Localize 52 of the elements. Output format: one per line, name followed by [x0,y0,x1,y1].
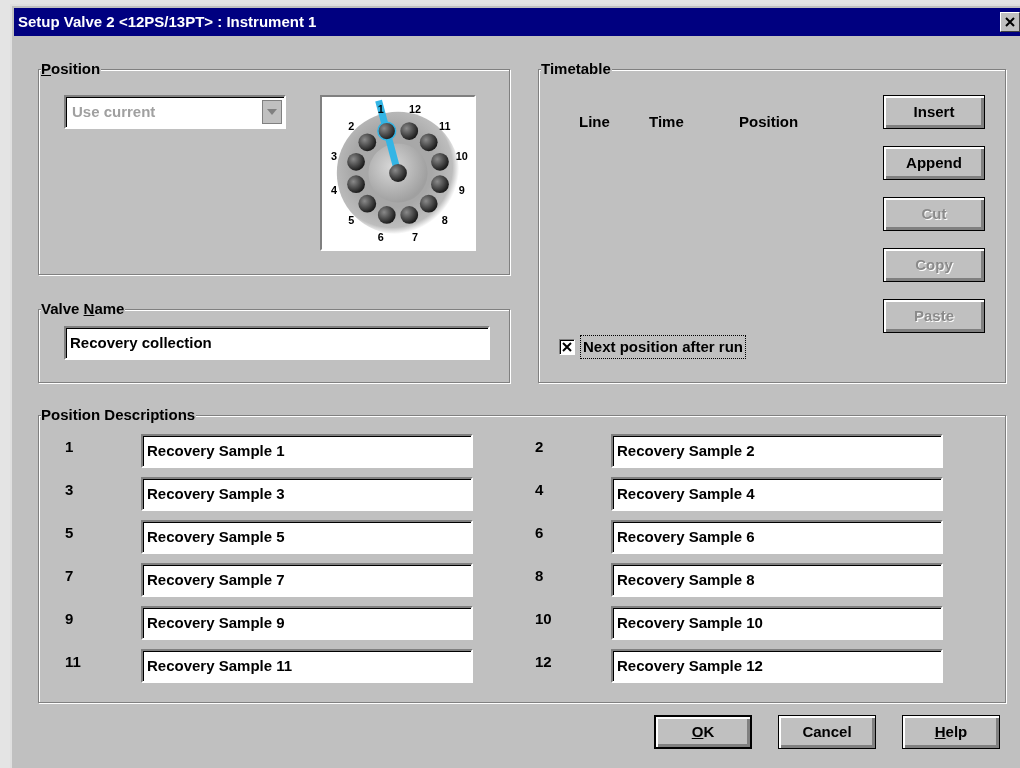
port-number: 11 [439,120,451,133]
dialog-button[interactable]: OK [654,715,752,749]
port-number: 5 [348,213,355,226]
position-number: 4 [535,480,545,500]
description-field[interactable]: Recovery Sample 7 [141,563,473,597]
description-field[interactable]: Recovery Sample 8 [611,563,943,597]
description-field[interactable]: Recovery Sample 4 [611,477,943,511]
position-number: 8 [535,566,545,586]
column-header: Line [579,112,611,132]
position-number: 1 [65,437,75,457]
description-field[interactable]: Recovery Sample 11 [141,649,473,683]
position-number: 12 [535,652,553,672]
port-number: 12 [409,103,422,116]
checkbox-label: Next position after run [581,335,745,358]
port-number: 9 [458,184,465,197]
port-number: 8 [441,213,448,226]
port-number: 2 [348,120,355,133]
dialog-button[interactable]: Append [883,146,985,180]
port-number: 7 [412,230,419,243]
port-number: 10 [455,149,468,162]
position-number: 5 [65,523,75,543]
position-number: 3 [65,480,75,500]
check-x-icon [562,341,572,352]
description-field[interactable]: Recovery Sample 1 [141,434,473,468]
position-number: 9 [65,609,75,629]
dialog-button[interactable]: Insert [883,95,985,129]
description-field[interactable]: Recovery Sample 9 [141,606,473,640]
window-title: Setup Valve 2 <12PS/13PT> : Instrument 1 [18,11,317,32]
port-number: 4 [331,184,338,197]
position-number: 10 [535,609,553,629]
close-button[interactable] [1000,12,1020,32]
description-field[interactable]: Recovery Sample 5 [141,520,473,554]
position-number: 6 [535,523,545,543]
position-number: 2 [535,437,545,457]
position-number: 11 [65,652,82,672]
port-number: 3 [331,149,338,162]
column-header: Time [649,112,685,132]
dialog-button[interactable]: Help [902,715,1000,749]
port-hole [389,164,407,182]
description-field[interactable]: Recovery Sample 12 [611,649,943,683]
checkbox[interactable] [559,338,575,355]
description-field[interactable]: Recovery Sample 10 [611,606,943,640]
port-number: 6 [377,230,384,243]
description-field[interactable]: Recovery Sample 3 [141,477,473,511]
valve-name-field[interactable]: Recovery collection [64,326,490,360]
port-number: 1 [377,103,384,116]
close-icon [1005,17,1015,27]
dialog-button[interactable]: Cancel [778,715,876,749]
column-header: Position [739,112,799,132]
description-field[interactable]: Recovery Sample 6 [611,520,943,554]
position-number: 7 [65,566,75,586]
description-field[interactable]: Recovery Sample 2 [611,434,943,468]
